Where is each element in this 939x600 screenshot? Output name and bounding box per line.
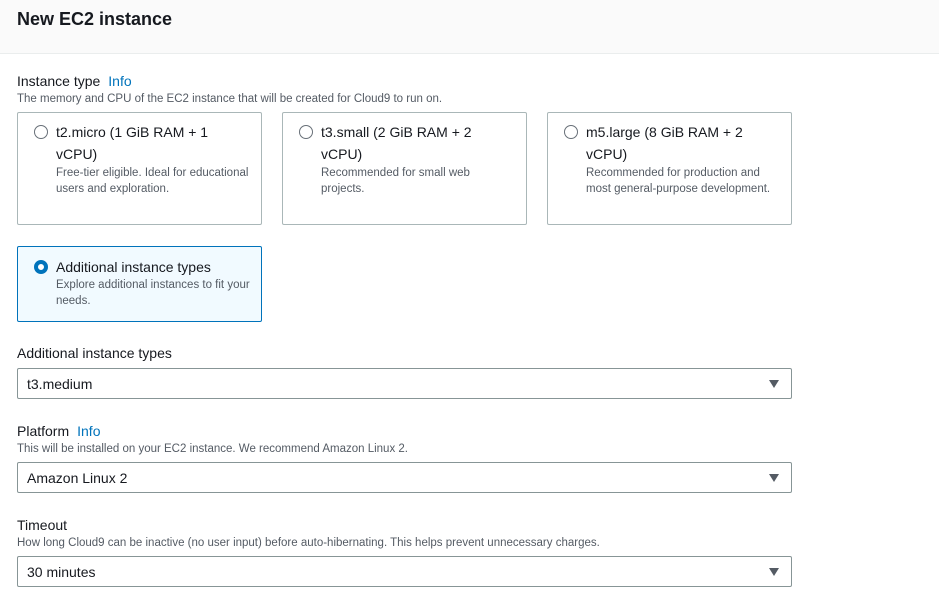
- instance-option-t2-micro[interactable]: t2.micro (1 GiB RAM + 1 vCPU) Free-tier …: [17, 112, 262, 225]
- instance-option-m5-large[interactable]: m5.large (8 GiB RAM + 2 vCPU) Recommende…: [547, 112, 792, 225]
- option-description: Recommended for production and most gene…: [586, 167, 771, 195]
- instance-type-label-text: Instance type: [17, 73, 101, 89]
- platform-select[interactable]: Amazon Linux 2: [17, 462, 792, 493]
- instance-type-label: Instance type Info: [17, 73, 132, 89]
- radio-button-selected[interactable]: [34, 260, 48, 274]
- platform-label-text: Platform: [17, 423, 70, 439]
- platform-description: This will be installed on your EC2 insta…: [17, 443, 408, 455]
- instance-type-description: The memory and CPU of the EC2 instance t…: [17, 93, 443, 105]
- timeout-description: How long Cloud9 can be inactive (no user…: [17, 537, 600, 549]
- timeout-select[interactable]: 30 minutes: [17, 556, 792, 587]
- platform-info-link[interactable]: Info: [77, 423, 100, 439]
- option-description: Recommended for small web projects.: [321, 167, 470, 195]
- timeout-label: Timeout: [17, 517, 68, 533]
- select-value: Amazon Linux 2: [27, 470, 128, 486]
- caret-down-icon: [769, 380, 779, 388]
- option-title: t3.small (2 GiB RAM + 2 vCPU): [321, 124, 472, 162]
- select-value: t3.medium: [27, 376, 93, 392]
- caret-down-icon: [769, 568, 779, 576]
- instance-option-additional[interactable]: Additional instance types Explore additi…: [17, 246, 262, 322]
- additional-types-select[interactable]: t3.medium: [17, 368, 792, 399]
- option-title: t2.micro (1 GiB RAM + 1 vCPU): [56, 124, 209, 162]
- radio-button[interactable]: [34, 125, 48, 139]
- instance-type-info-link[interactable]: Info: [108, 73, 131, 89]
- caret-down-icon: [769, 474, 779, 482]
- instance-option-t3-small[interactable]: t3.small (2 GiB RAM + 2 vCPU) Recommende…: [282, 112, 527, 225]
- option-description: Free-tier eligible. Ideal for educationa…: [56, 167, 249, 195]
- option-title: Additional instance types: [56, 259, 211, 275]
- page-header: New EC2 instance: [0, 0, 939, 54]
- additional-types-label: Additional instance types: [17, 345, 172, 361]
- radio-button[interactable]: [564, 125, 578, 139]
- option-description: Explore additional instances to fit your…: [56, 279, 250, 307]
- select-value: 30 minutes: [27, 564, 96, 580]
- radio-button[interactable]: [299, 125, 313, 139]
- platform-label: Platform Info: [17, 423, 100, 439]
- option-title: m5.large (8 GiB RAM + 2 vCPU): [586, 124, 743, 162]
- page-title: New EC2 instance: [17, 9, 173, 29]
